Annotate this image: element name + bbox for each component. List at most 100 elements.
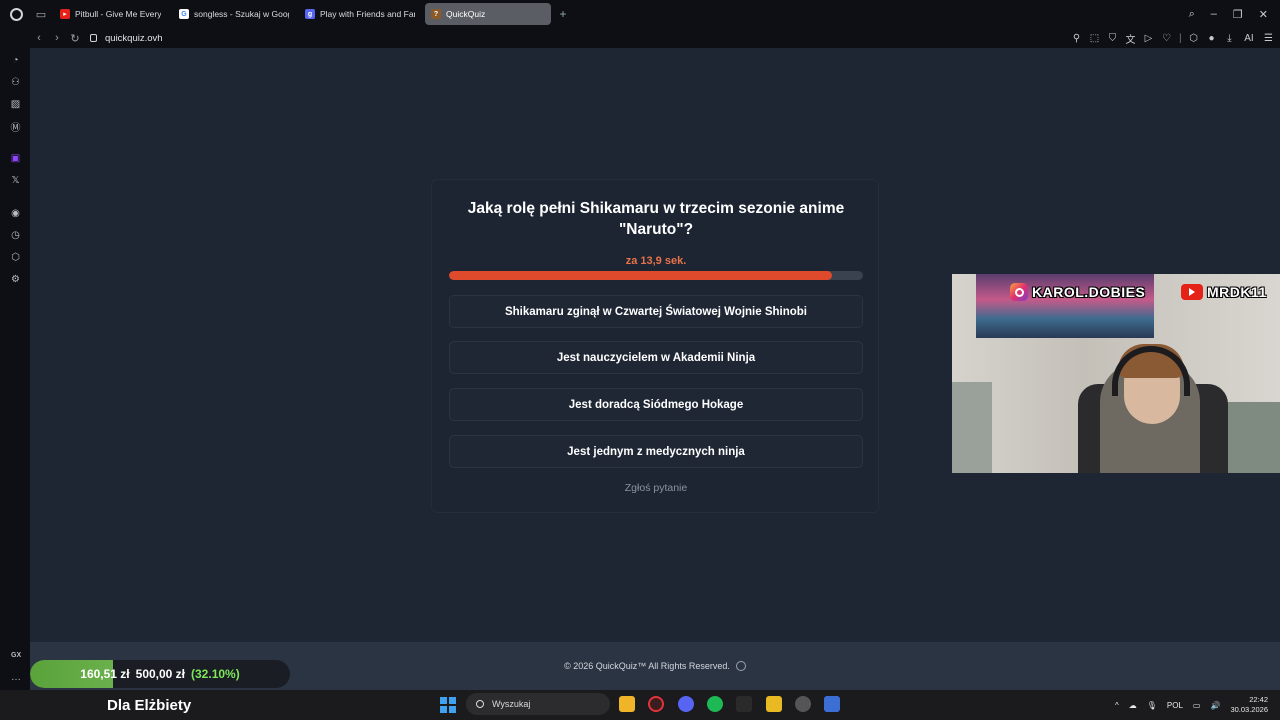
toolbar-right: ⚲ ⬚ ⛉ 文 ▷ ♡ | ⬡ ● ⤓ AI ☰ [1071,28,1274,48]
forward-button[interactable]: › [48,28,66,48]
ai-chat-icon[interactable]: ⚇ [9,76,22,89]
url-text: quickquiz.ovh [105,32,163,44]
tab-quickquiz[interactable]: ? QuickQuiz [425,3,551,25]
volume-icon[interactable]: 🔊 [1210,701,1220,710]
answer-button[interactable]: Jest jednym z medycznych ninja [449,435,863,468]
windows-start-icon[interactable] [440,697,456,713]
url-field[interactable]: quickquiz.ovh [90,33,163,44]
footer-text: © 2026 QuickQuiz™ All Rights Reserved. [564,661,730,671]
minimize-icon[interactable]: – [1211,8,1217,20]
browser-logo-icon[interactable] [0,0,32,28]
menu-icon[interactable]: ☰ [1263,33,1274,44]
github-icon[interactable] [735,661,746,671]
donation-goal: 500,00 zł [135,667,186,681]
youtube-icon: ▸ [60,9,70,19]
answer-button[interactable]: Shikamaru zginął w Czwartej Światowej Wo… [449,295,863,328]
profile-icon[interactable]: ● [1206,33,1217,44]
network-icon[interactable]: ▭ [1193,701,1201,710]
close-icon[interactable]: ✕ [1259,8,1268,21]
clock[interactable]: 22:42 30.03.2026 [1230,695,1268,715]
heart-icon[interactable]: ♡ [1161,33,1172,44]
shield-icon[interactable]: ⛉ [1107,33,1118,44]
roblox-icon[interactable] [824,696,840,712]
game-icon: g [305,9,315,19]
gx-label[interactable]: GX [11,652,21,659]
cloud-icon[interactable]: ☁ [1129,701,1137,710]
send-icon[interactable]: ▷ [1143,33,1154,44]
system-tray: ^ ☁ 🎙 POL ▭ 🔊 22:42 30.03.2026 [1115,690,1268,720]
ai-icon[interactable]: AI [1242,33,1256,44]
more-icon[interactable]: … [11,672,21,683]
discord-icon[interactable] [678,696,694,712]
settings-icon[interactable]: ⚙ [9,273,22,286]
opera-gx-icon[interactable] [648,696,664,712]
answer-button[interactable]: Jest nauczycielem w Akademii Ninja [449,341,863,374]
address-bar: ‹ › ↻ quickquiz.ovh ⚲ ⬚ ⛉ 文 ▷ ♡ | ⬡ ● ⤓ … [0,28,1280,48]
rockstar-icon[interactable] [766,696,782,712]
gallery-icon[interactable]: ▨ [9,98,22,111]
clock-date: 30.03.2026 [1230,705,1268,714]
report-question-link[interactable]: Zgłoś pytanie [432,482,880,494]
tab-title: QuickQuiz [446,9,486,19]
extensions-sidebar-icon[interactable]: ⬡ [9,251,22,264]
spotify-icon[interactable] [707,696,723,712]
google-icon: G [179,9,189,19]
webcam-overlay: KAROL.DOBIES MRDK11 [952,274,1280,473]
twitch-icon[interactable]: ▣ [9,152,22,165]
screenshot-icon[interactable]: ⬚ [1089,33,1100,44]
instagram-icon [1010,283,1028,301]
question-text: Jaką rolę pełni Shikamaru w trzecim sezo… [467,200,845,238]
messenger-icon[interactable]: Ⓜ [9,120,22,134]
history-icon[interactable]: ◷ [9,229,22,242]
taskbar-search[interactable]: Wyszukaj [466,693,610,715]
new-tab-button[interactable]: + [555,6,571,22]
donation-label: Dla Elżbiety [107,696,192,714]
timer-text: za 13,9 sek. [625,255,687,267]
translate-icon[interactable]: 文 [1125,31,1136,46]
tab-title: Play with Friends and Fam [320,9,415,19]
language-indicator[interactable]: POL [1167,701,1183,710]
tab-manager-icon[interactable]: ▭ [32,0,50,28]
extensions-icon[interactable]: ⬡ [1188,33,1199,44]
x-icon[interactable]: 𝕏 [9,174,22,187]
quiz-icon: ? [431,9,441,19]
divider: | [1179,32,1182,44]
pin-icon[interactable]: ⚲ [1071,33,1082,44]
instagram-text: KAROL.DOBIES [1032,284,1146,300]
youtube-icon [1181,284,1203,300]
search-tabs-icon[interactable]: ⌕ [1189,8,1195,21]
instagram-handle: KAROL.DOBIES [1010,282,1145,302]
donation-current: 160,51 zł [80,667,130,681]
windows-taskbar: Dla Elżbiety [0,690,1280,720]
window-controls: ⌕ – ❐ ✕ [1189,0,1280,28]
download-icon[interactable]: ⤓ [1224,33,1235,44]
tab-gartic[interactable]: g Play with Friends and Fam [299,3,421,25]
answer-button[interactable]: Jest doradcą Siódmego Hokage [449,388,863,421]
chevron-up-icon[interactable]: ^ [1115,701,1119,710]
donation-goal-text: 160,51 zł 500,00 zł (32.10%) [30,660,290,688]
maximize-icon[interactable]: ❐ [1233,8,1243,21]
tab-title: songless - Szukaj w Goog [194,9,289,19]
youtube-text: MRDK11 [1207,284,1267,300]
timer-progress-bar [449,271,863,280]
tab-title: Pitbull - Give Me Every [75,9,162,19]
capcut-icon[interactable] [736,696,752,712]
speed-dial-icon[interactable]: ◔ [9,54,22,67]
donation-percent: (32.10%) [191,667,240,681]
tab-youtube[interactable]: ▸ Pitbull - Give Me Every [54,3,169,25]
donation-goal-bar: 160,51 zł 500,00 zł (32.10%) [30,660,290,688]
player-icon[interactable]: ◉ [9,207,22,220]
tab-google[interactable]: G songless - Szukaj w Goog [173,3,295,25]
timer-progress-fill [449,271,832,280]
lock-icon [90,34,97,42]
door [952,382,992,473]
file-explorer-icon[interactable] [619,696,635,712]
microphone-icon[interactable]: 🎙 [1147,701,1157,710]
browser-tab-bar: ▭ ▸ Pitbull - Give Me Every G songless -… [0,0,1280,28]
search-icon [476,700,484,708]
reload-button[interactable]: ↻ [66,28,84,48]
browser-sidebar: ◔ ⚇ ▨ Ⓜ ▣ 𝕏 ◉ ◷ ⬡ ⚙ [0,48,30,690]
back-button[interactable]: ‹ [30,28,48,48]
clock-time: 22:42 [1249,695,1268,704]
obs-icon[interactable] [795,696,811,712]
